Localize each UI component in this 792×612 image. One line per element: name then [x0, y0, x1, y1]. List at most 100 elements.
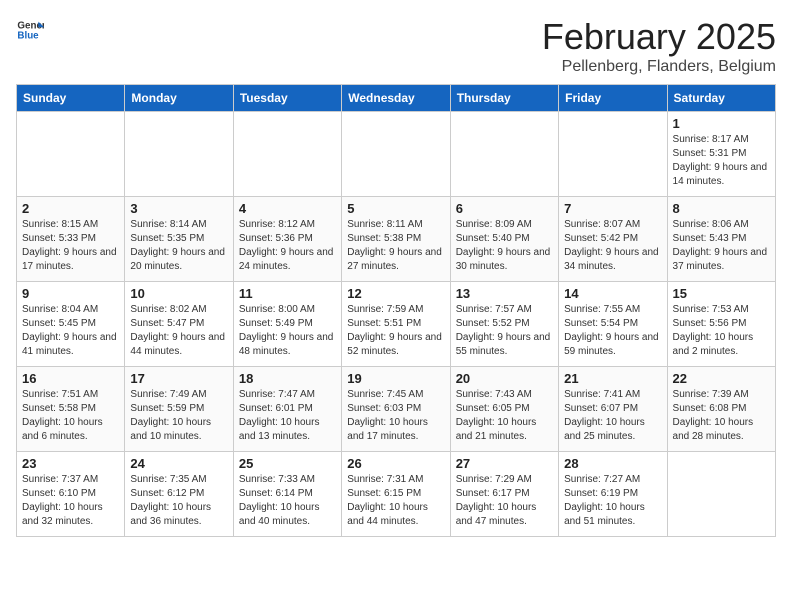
- table-row: 23Sunrise: 7:37 AM Sunset: 6:10 PM Dayli…: [17, 452, 125, 537]
- table-row: 15 Sunrise: 7:53 AM Sunset: 5:56 PM Dayli…: [667, 282, 775, 367]
- day-number: 9: [22, 286, 119, 301]
- day-number: 5: [347, 201, 444, 216]
- day-number: 3: [130, 201, 227, 216]
- day-info: Sunrise: 8:17 AM Sunset: 5:31 PM Dayligh…: [673, 133, 770, 189]
- day-number: 25: [239, 456, 336, 471]
- table-row: 21 Sunrise: 7:41 AM Sunset: 6:07 PM Dayli…: [559, 367, 667, 452]
- day-info: Sunrise: 7:49 AM Sunset: 5:59 PM Dayligh…: [130, 388, 227, 444]
- calendar-week-row: 1Sunrise: 8:17 AM Sunset: 5:31 PM Daylig…: [17, 112, 776, 197]
- day-info: Sunrise: 7:57 AM Sunset: 5:52 PM Dayligh…: [456, 303, 553, 359]
- calendar-week-row: 16 Sunrise: 7:51 AM Sunset: 5:58 PM Dayli…: [17, 367, 776, 452]
- table-row: 28 Sunrise: 7:27 AM Sunset: 6:19 PM Dayli…: [559, 452, 667, 537]
- day-number: 18: [239, 371, 336, 386]
- day-info: Sunrise: 7:43 AM Sunset: 6:05 PM Dayligh…: [456, 388, 553, 444]
- header-tuesday: Tuesday: [233, 85, 341, 112]
- day-number: 26: [347, 456, 444, 471]
- table-row: 26Sunrise: 7:31 AM Sunset: 6:15 PM Dayli…: [342, 452, 450, 537]
- day-info: Sunrise: 7:37 AM Sunset: 6:10 PM Dayligh…: [22, 473, 119, 529]
- day-info: Sunrise: 8:04 AM Sunset: 5:45 PM Dayligh…: [22, 303, 119, 359]
- day-info: Sunrise: 8:14 AM Sunset: 5:35 PM Dayligh…: [130, 218, 227, 274]
- table-row: 13 Sunrise: 7:57 AM Sunset: 5:52 PM Dayli…: [450, 282, 558, 367]
- day-number: 10: [130, 286, 227, 301]
- day-info: Sunrise: 7:45 AM Sunset: 6:03 PM Dayligh…: [347, 388, 444, 444]
- header-friday: Friday: [559, 85, 667, 112]
- day-number: 14: [564, 286, 661, 301]
- day-number: 28: [564, 456, 661, 471]
- table-row: 14 Sunrise: 7:55 AM Sunset: 5:54 PM Dayli…: [559, 282, 667, 367]
- table-row: 4Sunrise: 8:12 AM Sunset: 5:36 PM Daylig…: [233, 197, 341, 282]
- day-number: 12: [347, 286, 444, 301]
- table-row: 25 Sunrise: 7:33 AM Sunset: 6:14 PM Dayli…: [233, 452, 341, 537]
- day-info: Sunrise: 8:06 AM Sunset: 5:43 PM Dayligh…: [673, 218, 770, 274]
- table-row: [667, 452, 775, 537]
- day-number: 2: [22, 201, 119, 216]
- table-row: 1Sunrise: 8:17 AM Sunset: 5:31 PM Daylig…: [667, 112, 775, 197]
- day-number: 20: [456, 371, 553, 386]
- table-row: 12 Sunrise: 7:59 AM Sunset: 5:51 PM Dayli…: [342, 282, 450, 367]
- day-info: Sunrise: 7:53 AM Sunset: 5:56 PM Dayligh…: [673, 303, 770, 359]
- header-thursday: Thursday: [450, 85, 558, 112]
- day-number: 7: [564, 201, 661, 216]
- day-info: Sunrise: 8:12 AM Sunset: 5:36 PM Dayligh…: [239, 218, 336, 274]
- day-info: Sunrise: 8:09 AM Sunset: 5:40 PM Dayligh…: [456, 218, 553, 274]
- table-row: 16 Sunrise: 7:51 AM Sunset: 5:58 PM Dayli…: [17, 367, 125, 452]
- day-info: Sunrise: 7:27 AM Sunset: 6:19 PM Dayligh…: [564, 473, 661, 529]
- logo-icon: General Blue: [16, 16, 44, 44]
- svg-text:Blue: Blue: [17, 30, 39, 41]
- day-info: Sunrise: 8:00 AM Sunset: 5:49 PM Dayligh…: [239, 303, 336, 359]
- title-block: February 2025 Pellenberg, Flanders, Belg…: [542, 16, 776, 76]
- page-header: General Blue February 2025 Pellenberg, F…: [16, 16, 776, 76]
- day-number: 11: [239, 286, 336, 301]
- table-row: [450, 112, 558, 197]
- table-row: 7Sunrise: 8:07 AM Sunset: 5:42 PM Daylig…: [559, 197, 667, 282]
- day-number: 16: [22, 371, 119, 386]
- table-row: 11 Sunrise: 8:00 AM Sunset: 5:49 PM Dayli…: [233, 282, 341, 367]
- day-info: Sunrise: 7:59 AM Sunset: 5:51 PM Dayligh…: [347, 303, 444, 359]
- day-info: Sunrise: 7:47 AM Sunset: 6:01 PM Dayligh…: [239, 388, 336, 444]
- table-row: 17 Sunrise: 7:49 AM Sunset: 5:59 PM Dayli…: [125, 367, 233, 452]
- day-number: 15: [673, 286, 770, 301]
- table-row: 2 Sunrise: 8:15 AM Sunset: 5:33 PM Daylig…: [17, 197, 125, 282]
- calendar-week-row: 23Sunrise: 7:37 AM Sunset: 6:10 PM Dayli…: [17, 452, 776, 537]
- table-row: 5Sunrise: 8:11 AM Sunset: 5:38 PM Daylig…: [342, 197, 450, 282]
- month-year-title: February 2025: [542, 16, 776, 58]
- day-info: Sunrise: 7:51 AM Sunset: 5:58 PM Dayligh…: [22, 388, 119, 444]
- calendar-header-row: Sunday Monday Tuesday Wednesday Thursday…: [17, 85, 776, 112]
- logo: General Blue: [16, 16, 44, 44]
- calendar-table: Sunday Monday Tuesday Wednesday Thursday…: [16, 84, 776, 537]
- day-number: 19: [347, 371, 444, 386]
- header-sunday: Sunday: [17, 85, 125, 112]
- table-row: 6 Sunrise: 8:09 AM Sunset: 5:40 PM Daylig…: [450, 197, 558, 282]
- day-info: Sunrise: 7:33 AM Sunset: 6:14 PM Dayligh…: [239, 473, 336, 529]
- day-number: 6: [456, 201, 553, 216]
- day-number: 8: [673, 201, 770, 216]
- location-subtitle: Pellenberg, Flanders, Belgium: [542, 58, 776, 76]
- table-row: [17, 112, 125, 197]
- table-row: 19 Sunrise: 7:45 AM Sunset: 6:03 PM Dayli…: [342, 367, 450, 452]
- header-saturday: Saturday: [667, 85, 775, 112]
- header-monday: Monday: [125, 85, 233, 112]
- table-row: 3 Sunrise: 8:14 AM Sunset: 5:35 PM Daylig…: [125, 197, 233, 282]
- table-row: 10 Sunrise: 8:02 AM Sunset: 5:47 PM Dayli…: [125, 282, 233, 367]
- table-row: 8 Sunrise: 8:06 AM Sunset: 5:43 PM Daylig…: [667, 197, 775, 282]
- day-number: 17: [130, 371, 227, 386]
- calendar-week-row: 9 Sunrise: 8:04 AM Sunset: 5:45 PM Daylig…: [17, 282, 776, 367]
- table-row: [125, 112, 233, 197]
- table-row: [342, 112, 450, 197]
- table-row: 24Sunrise: 7:35 AM Sunset: 6:12 PM Dayli…: [125, 452, 233, 537]
- day-number: 13: [456, 286, 553, 301]
- day-number: 27: [456, 456, 553, 471]
- table-row: [559, 112, 667, 197]
- day-info: Sunrise: 7:41 AM Sunset: 6:07 PM Dayligh…: [564, 388, 661, 444]
- day-info: Sunrise: 7:35 AM Sunset: 6:12 PM Dayligh…: [130, 473, 227, 529]
- header-wednesday: Wednesday: [342, 85, 450, 112]
- table-row: 27 Sunrise: 7:29 AM Sunset: 6:17 PM Dayli…: [450, 452, 558, 537]
- day-info: Sunrise: 7:29 AM Sunset: 6:17 PM Dayligh…: [456, 473, 553, 529]
- day-number: 21: [564, 371, 661, 386]
- day-number: 22: [673, 371, 770, 386]
- day-info: Sunrise: 7:55 AM Sunset: 5:54 PM Dayligh…: [564, 303, 661, 359]
- day-info: Sunrise: 8:02 AM Sunset: 5:47 PM Dayligh…: [130, 303, 227, 359]
- table-row: 20 Sunrise: 7:43 AM Sunset: 6:05 PM Dayli…: [450, 367, 558, 452]
- table-row: 22Sunrise: 7:39 AM Sunset: 6:08 PM Dayli…: [667, 367, 775, 452]
- day-info: Sunrise: 8:15 AM Sunset: 5:33 PM Dayligh…: [22, 218, 119, 274]
